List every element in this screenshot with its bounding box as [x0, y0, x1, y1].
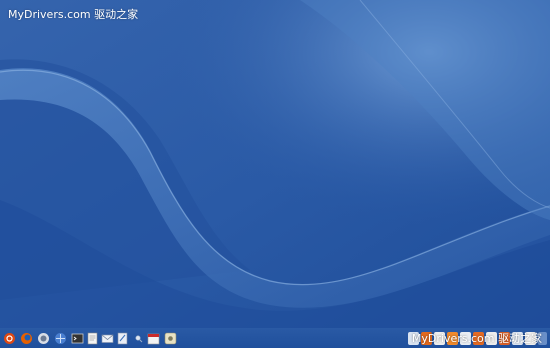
document-icon[interactable] [116, 332, 129, 345]
watermark-top-text: MyDrivers.com 驱动之家 [8, 8, 139, 21]
pidgin-icon[interactable] [37, 332, 50, 345]
firefox-icon[interactable] [20, 332, 33, 345]
mail-icon[interactable] [101, 332, 114, 345]
text-editor-icon[interactable] [86, 332, 99, 345]
terminal-icon[interactable] [71, 332, 84, 345]
settings-icon[interactable] [164, 332, 177, 345]
calendar-icon[interactable] [147, 332, 160, 345]
wallpaper-background [0, 0, 550, 348]
taskbar: MyDrivers.com 驱动之家 [0, 328, 550, 348]
search-icon[interactable] [132, 332, 145, 345]
watermark-bottom-text: MyDrivers.com 驱动之家 [411, 332, 542, 345]
network-icon[interactable] [54, 332, 67, 345]
desktop[interactable]: MyDrivers.com 驱动之家 MyDrivers.com 驱动之家 [0, 0, 550, 348]
ubuntu-logo-icon[interactable] [3, 332, 16, 345]
